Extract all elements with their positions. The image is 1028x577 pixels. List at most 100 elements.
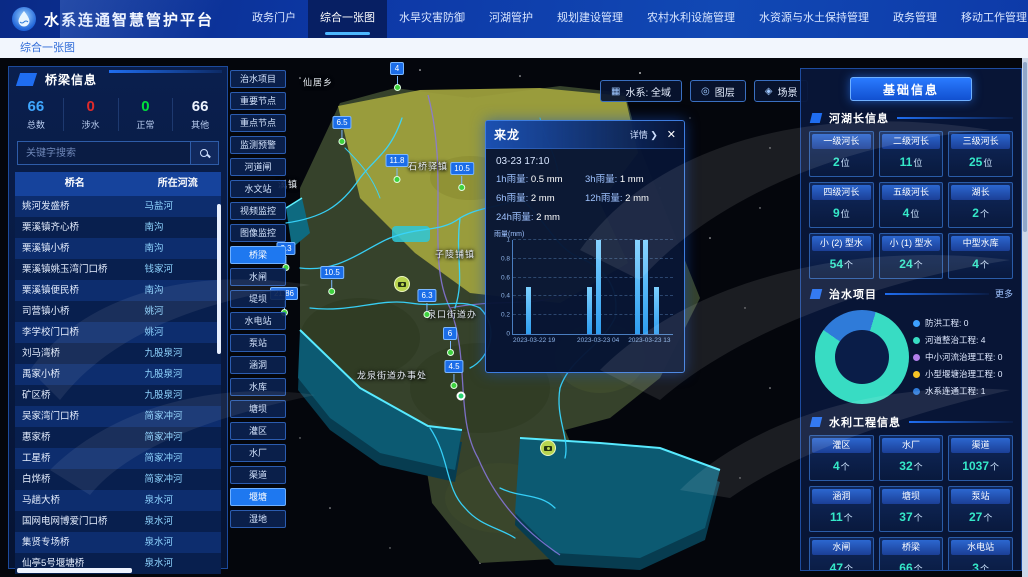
river-name-cell: 姚河 bbox=[134, 322, 221, 343]
camera-icon[interactable] bbox=[540, 440, 556, 456]
table-row[interactable]: 白烨桥简家冲河 bbox=[15, 469, 221, 490]
layer-button[interactable]: 图像监控 bbox=[230, 224, 286, 242]
platform-logo-icon bbox=[12, 7, 36, 31]
layer-button[interactable]: 水库 bbox=[230, 378, 286, 396]
layer-button[interactable]: 重点节点 bbox=[230, 114, 286, 132]
table-row[interactable]: 刘马湾桥九股泉河 bbox=[15, 343, 221, 364]
station-marker[interactable]: 4.5 bbox=[444, 356, 463, 389]
layer-button[interactable]: 监测预警 bbox=[230, 136, 286, 154]
nav-item[interactable]: 水资源与水土保持管理 bbox=[747, 0, 881, 38]
layer-button[interactable]: 灌区 bbox=[230, 422, 286, 440]
close-icon[interactable]: ✕ bbox=[667, 128, 676, 141]
station-marker[interactable]: 6.3 bbox=[417, 285, 436, 318]
breadcrumb[interactable]: 综合一张图 bbox=[20, 42, 75, 54]
table-row[interactable]: 栗溪镇便民桥南沟 bbox=[15, 280, 221, 301]
layer-toolbar: 治水项目重要节点重点节点监测预警河道闸水文站视频监控图像监控桥梁水闸堤坝水电站泵… bbox=[230, 70, 286, 528]
bridge-stat: 66总数 bbox=[9, 98, 64, 131]
river-name-cell: 南沟 bbox=[134, 238, 221, 259]
poi-marker[interactable] bbox=[457, 392, 466, 401]
table-row[interactable]: 国网电网博爱门口桥泉水河 bbox=[15, 511, 221, 532]
station-marker[interactable]: 6.5 bbox=[332, 112, 351, 145]
nav-item[interactable]: 规划建设管理 bbox=[545, 0, 635, 38]
layer-button[interactable]: 治水项目 bbox=[230, 70, 286, 88]
nav-item[interactable]: 移动工作管理 bbox=[949, 0, 1028, 38]
stat-value: 66 bbox=[9, 98, 63, 115]
bridge-stat: 0涉水 bbox=[64, 98, 119, 131]
table-row[interactable]: 栗溪镇小桥南沟 bbox=[15, 238, 221, 259]
station-marker[interactable]: 10.5 bbox=[320, 262, 344, 295]
card-unit: 个 bbox=[844, 513, 853, 523]
table-row[interactable]: 吴家湾门口桥简家冲河 bbox=[15, 406, 221, 427]
rain-metric: 1h雨量: 0.5 mm bbox=[496, 171, 585, 185]
search-button[interactable] bbox=[191, 141, 219, 165]
map-control[interactable]: ▦水系: 全域 bbox=[600, 80, 682, 102]
river-name-cell: 泉水河 bbox=[134, 490, 221, 511]
station-marker[interactable]: 6 bbox=[443, 323, 457, 356]
layer-button[interactable]: 河道闸 bbox=[230, 158, 286, 176]
layer-button[interactable]: 渠道 bbox=[230, 466, 286, 484]
station-marker[interactable]: 10.5 bbox=[450, 158, 474, 191]
scrollbar-thumb[interactable] bbox=[1023, 62, 1027, 232]
card-label: 水闸 bbox=[812, 540, 871, 555]
search-input[interactable] bbox=[17, 141, 191, 165]
station-marker[interactable]: 4 bbox=[390, 58, 404, 91]
table-row[interactable]: 李学校门口桥姚河 bbox=[15, 322, 221, 343]
table-row[interactable]: 工星桥简家冲河 bbox=[15, 448, 221, 469]
legend-dot bbox=[913, 320, 920, 327]
more-link[interactable]: 更多 bbox=[995, 287, 1013, 300]
nav-item[interactable]: 政务管理 bbox=[881, 0, 949, 38]
nav-item[interactable]: 河湖管护 bbox=[477, 0, 545, 38]
table-row[interactable]: 矿区桥九股泉河 bbox=[15, 385, 221, 406]
table-row[interactable]: 栗溪镇姚玉湾门口桥钱家河 bbox=[15, 259, 221, 280]
layer-button[interactable]: 桥梁 bbox=[230, 246, 286, 264]
card-label: 三级河长 bbox=[951, 134, 1010, 149]
river-name-cell: 南沟 bbox=[134, 280, 221, 301]
town-label: 子陵铺镇 bbox=[435, 248, 475, 261]
layer-button[interactable]: 堰塘 bbox=[230, 488, 286, 506]
layer-button[interactable]: 涵洞 bbox=[230, 356, 286, 374]
table-row[interactable]: 惠家桥简家冲河 bbox=[15, 427, 221, 448]
layer-button[interactable]: 水文站 bbox=[230, 180, 286, 198]
card-label: 灌区 bbox=[812, 438, 871, 453]
layer-button[interactable]: 湿地 bbox=[230, 510, 286, 528]
legend-dot bbox=[913, 354, 920, 361]
bridge-stat: 0正常 bbox=[119, 98, 174, 131]
bridge-name-cell: 司营镇小桥 bbox=[15, 301, 134, 322]
legend-label: 水系连通工程: 1 bbox=[925, 385, 985, 397]
station-marker[interactable]: 11.8 bbox=[386, 150, 409, 183]
table-row[interactable]: 姚河发盛桥马盐河 bbox=[15, 196, 221, 217]
table-row[interactable]: 栗溪镇齐心桥南沟 bbox=[15, 217, 221, 238]
layer-button[interactable]: 水厂 bbox=[230, 444, 286, 462]
map-controls: ▦水系: 全域◎图层◈场景 bbox=[600, 80, 808, 102]
layer-button[interactable]: 水电站 bbox=[230, 312, 286, 330]
marker-dot bbox=[328, 288, 335, 295]
y-tick-label: 0.2 bbox=[501, 312, 510, 319]
layer-button[interactable]: 水闸 bbox=[230, 268, 286, 286]
nav-item[interactable]: 政务门户 bbox=[240, 0, 308, 38]
nav-item[interactable]: 综合一张图 bbox=[308, 0, 387, 38]
layer-button[interactable]: 塘坝 bbox=[230, 400, 286, 418]
map-control[interactable]: ◎图层 bbox=[690, 80, 746, 102]
layer-button[interactable]: 重要节点 bbox=[230, 92, 286, 110]
table-horizontal-scrollbar[interactable] bbox=[17, 568, 132, 573]
basic-info-button[interactable]: 基础信息 bbox=[850, 77, 972, 101]
table-row[interactable]: 禹家小桥九股泉河 bbox=[15, 364, 221, 385]
nav-item[interactable]: 农村水利设施管理 bbox=[635, 0, 747, 38]
window-scrollbar[interactable] bbox=[1022, 58, 1028, 577]
camera-icon[interactable] bbox=[394, 276, 410, 292]
table-row[interactable]: 司营镇小桥姚河 bbox=[15, 301, 221, 322]
layer-button[interactable]: 堤坝 bbox=[230, 290, 286, 308]
layer-button[interactable]: 视频监控 bbox=[230, 202, 286, 220]
popup-detail-link[interactable]: 详情 ❯ bbox=[630, 128, 658, 141]
rain-metric: 6h雨量: 2 mm bbox=[496, 190, 585, 204]
card-value: 37个 bbox=[882, 504, 941, 529]
section-hydraulic-works: 水利工程信息 bbox=[809, 414, 1013, 429]
legend-item: 河道整治工程: 4 bbox=[913, 334, 1013, 346]
river-name-cell: 泉水河 bbox=[134, 553, 221, 574]
table-vertical-scrollbar[interactable] bbox=[217, 204, 221, 354]
nav-item[interactable]: 水旱灾害防御 bbox=[387, 0, 477, 38]
table-row[interactable]: 马趟大桥泉水河 bbox=[15, 490, 221, 511]
table-row[interactable]: 集贤专场桥泉水河 bbox=[15, 532, 221, 553]
layer-button[interactable]: 泵站 bbox=[230, 334, 286, 352]
card-unit: 个 bbox=[983, 513, 992, 523]
